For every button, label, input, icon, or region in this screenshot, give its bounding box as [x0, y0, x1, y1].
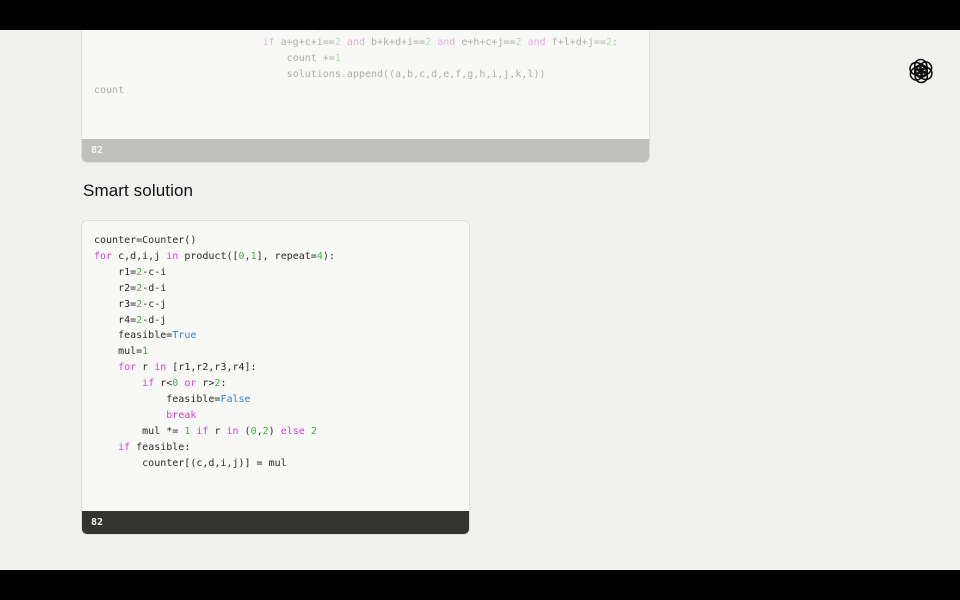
- code-token: r: [136, 362, 155, 374]
- code-token: ):: [322, 250, 335, 262]
- code-token: feasible=: [94, 394, 221, 406]
- code-token-n: 1: [142, 346, 149, 358]
- code-token: r2=: [94, 282, 137, 294]
- code-token: feasible:: [130, 441, 191, 453]
- code-token: b+k+d+i==: [364, 36, 426, 48]
- code-token-n: 1: [334, 52, 341, 64]
- code-token: counter=Counter(): [94, 235, 197, 246]
- code-line: feasible=False: [94, 394, 251, 406]
- openai-logo-icon: [907, 58, 935, 84]
- code-line: solutions.append((a,b,c,d,e,f,g,h,i,j,k,…: [94, 69, 546, 80]
- code-token: :: [611, 36, 618, 48]
- code-token: solutions.append((a,b,c,d,e,f,g,h,i,j,k,…: [94, 68, 546, 80]
- code-line: count: [94, 85, 124, 96]
- code-token: r<: [154, 378, 173, 390]
- code-token: ], repeat=: [256, 250, 317, 262]
- code-token-k: if: [196, 425, 209, 437]
- code-block-smart-solution: counter=Counter() for c,d,i,j in product…: [81, 220, 470, 535]
- code-token-k: else: [280, 425, 305, 437]
- code-token: -c-j: [142, 298, 167, 310]
- code-lines: for l in [0,1]: if a+g+c+i==2 and b+k+d+…: [94, 30, 618, 99]
- code-token-k: or: [184, 378, 197, 390]
- code-token: mul=: [94, 346, 143, 358]
- code-token: mul *=: [94, 425, 185, 437]
- code-line: break: [94, 410, 196, 421]
- code-token: :: [220, 378, 227, 390]
- code-token: counter[(c,d,i,j)] = mul: [94, 457, 287, 469]
- code-line: for l in [0,1]:: [94, 30, 341, 32]
- code-token-n: 2: [310, 425, 317, 437]
- code-token: e+h+c+j==: [455, 36, 516, 48]
- code-token-c: True: [172, 330, 197, 342]
- code-token-k: and: [346, 36, 365, 48]
- code-token: r1=: [94, 266, 137, 278]
- code-token-c: False: [220, 394, 251, 406]
- code-line: r1=2-c-i: [94, 267, 166, 278]
- code-token-k: and: [437, 36, 456, 48]
- code-token-k: and: [527, 36, 546, 48]
- code-token: count +=: [94, 52, 335, 64]
- slide: for l in [0,1]: if a+g+c+i==2 and b+k+d+…: [0, 30, 960, 570]
- code-token: -c-i: [142, 266, 167, 278]
- code-token-k: for: [94, 250, 113, 262]
- code-token-k: in: [154, 362, 167, 374]
- code-line: feasible=True: [94, 330, 196, 341]
- code-line: for c,d,i,j in product([0,1], repeat=4):: [94, 251, 335, 262]
- code-line: counter=Counter(): [94, 235, 196, 246]
- code-token: r4=: [94, 314, 137, 326]
- code-line: r4=2-d-j: [94, 315, 166, 326]
- code-line: if feasible:: [94, 442, 190, 453]
- code-token: r3=: [94, 298, 137, 310]
- code-line: r2=2-d-i: [94, 283, 166, 294]
- code-token-k: for: [251, 30, 269, 32]
- code-token: product([: [178, 250, 239, 262]
- code-lines: counter=Counter() for c,d,i,j in product…: [94, 233, 335, 472]
- code-line: r3=2-c-j: [94, 299, 166, 310]
- code-token: feasible=: [94, 330, 173, 342]
- code-token: [: [299, 30, 311, 32]
- code-token: [r1,r2,r3,r4]:: [166, 362, 257, 374]
- code-token: ): [268, 425, 281, 437]
- code-line: for r in [r1,r2,r3,r4]:: [94, 362, 257, 374]
- code-token: -d-j: [142, 314, 167, 326]
- code-token: f+l+d+j==: [545, 36, 606, 48]
- code-block-previous: for l in [0,1]: if a+g+c+i==2 and b+k+d+…: [81, 30, 650, 163]
- code-line: mul *= 1 if r in (0,2) else 2: [94, 426, 317, 437]
- code-token: ]:: [329, 30, 341, 32]
- letterbox-bottom: [0, 570, 960, 600]
- code-block-footer: 82: [82, 511, 469, 534]
- code-line: if r<0 or r>2:: [94, 378, 227, 390]
- code-token: (: [238, 425, 251, 437]
- code-line: counter[(c,d,i,j)] = mul: [94, 458, 287, 469]
- code-token: r>: [196, 378, 215, 390]
- code-block-footer: 82: [82, 139, 649, 162]
- letterbox-top: [0, 0, 960, 30]
- code-token-k: if: [262, 36, 275, 48]
- code-token: l: [269, 30, 287, 32]
- code-token: count: [94, 84, 125, 96]
- code-line: count +=1: [94, 53, 341, 64]
- code-token-k: in: [226, 425, 239, 437]
- code-token-k: in: [166, 250, 179, 262]
- code-token-k: for: [118, 362, 137, 374]
- code-token-k: in: [287, 30, 299, 32]
- code-token: c,d,i,j: [112, 250, 167, 262]
- code-token: a+g+c+i==: [274, 36, 335, 48]
- code-token-k: if: [142, 378, 155, 390]
- code-line: mul=1: [94, 346, 148, 357]
- section-title: Smart solution: [83, 181, 194, 200]
- code-token: r: [208, 425, 227, 437]
- code-token-k: break: [166, 409, 197, 421]
- code-token-k: if: [118, 441, 131, 453]
- code-line: if a+g+c+i==2 and b+k+d+i==2 and e+h+c+j…: [94, 37, 618, 48]
- code-token: -d-i: [142, 282, 167, 294]
